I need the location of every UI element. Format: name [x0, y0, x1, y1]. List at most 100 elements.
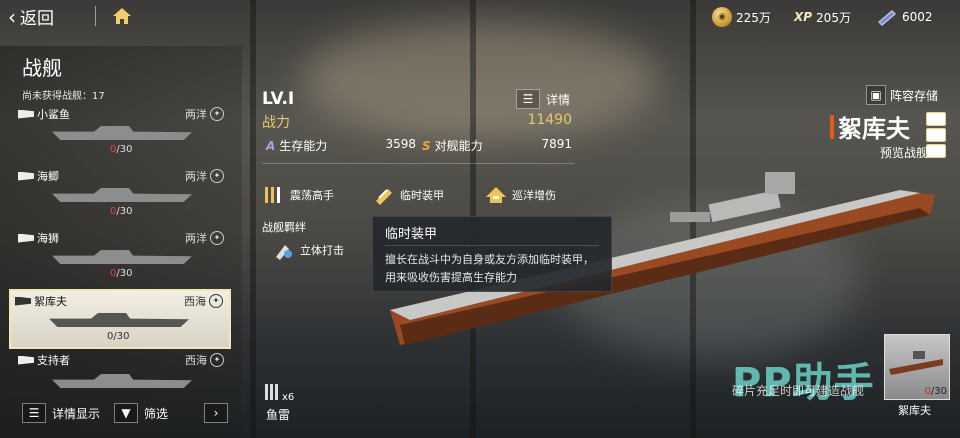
formation-label: 阵容存储	[890, 88, 939, 103]
ship-name: 絮库夫	[34, 295, 67, 308]
details-button[interactable]: ☰ 详情	[516, 89, 570, 109]
save-icon: ▣	[866, 85, 886, 105]
tooltip-body: 擅长在战斗中为自身或友方添加临时装甲，用来吸收伤害提高生存能力	[385, 253, 594, 284]
ship-card[interactable]: 海狮 两洋 ✦ 0/30	[14, 228, 230, 284]
ship-silhouette	[52, 188, 192, 202]
armor-skill-icon	[372, 183, 396, 207]
emblem-icon: ✦	[210, 107, 224, 121]
ship-silhouette	[49, 313, 189, 327]
skill-label: 巡洋增伤	[512, 189, 556, 202]
xp-resource[interactable]: XP 205万	[794, 6, 851, 28]
survival-value: 3598	[385, 137, 416, 151]
tooltip-title: 临时装甲	[385, 227, 438, 242]
detail-display-button[interactable]: ☰ 详情显示	[22, 403, 100, 423]
emblem-icon: ✦	[210, 231, 224, 245]
thumb-fragment-count: 0/30	[924, 386, 947, 397]
name-accent-bar	[830, 114, 834, 139]
ship-region: 西海	[184, 295, 206, 308]
flag-icon	[18, 355, 34, 365]
xp-icon: XP	[794, 10, 813, 24]
fragment-hint: 碎片充足时即可建造战舰	[732, 384, 865, 398]
emblem-icon: ✦	[210, 169, 224, 183]
gold-value: 225万	[736, 10, 771, 25]
formation-save-button[interactable]: ▣ 阵容存储	[866, 85, 938, 105]
ticket-value: 6002	[902, 10, 933, 24]
bond-skill-label: 立体打击	[300, 244, 344, 257]
emblem-icon: ✦	[209, 294, 223, 308]
list-icon: ☰	[516, 89, 540, 109]
ship-card[interactable]: 支持者 西海 ✦	[14, 350, 230, 390]
tooltip-divider	[385, 245, 599, 246]
detail-display-label: 详情显示	[52, 406, 101, 421]
skill-temp-armor[interactable]: 临时装甲	[372, 183, 444, 207]
torpedo-weapon[interactable]: x6 鱼雷	[264, 382, 304, 422]
shock-skill-icon	[262, 183, 286, 207]
chevron-right-icon: ›	[204, 403, 228, 423]
ticket-resource[interactable]: 6002	[876, 6, 933, 28]
hangar-beam	[250, 0, 256, 438]
skill-cruiser-damage[interactable]: 巡洋增伤	[484, 183, 556, 207]
ship-name: 支持者	[37, 354, 70, 367]
anti-ship-value: 7891	[541, 137, 572, 151]
torpedo-label: 鱼雷	[266, 408, 291, 422]
ship-region: 西海	[185, 354, 207, 367]
fragment-count: 0/30	[110, 268, 133, 279]
next-page-button[interactable]: ›	[204, 403, 228, 423]
gold-resource[interactable]: ◉ 225万	[712, 6, 771, 28]
skill-label: 震荡高手	[290, 189, 334, 202]
watermark: PP助手	[732, 360, 875, 406]
ship-name: 小鲨鱼	[37, 108, 70, 121]
ship-card[interactable]: 海鲫 两洋 ✦ 0/30	[14, 166, 230, 222]
bond-skill[interactable]: 立体打击	[272, 238, 344, 262]
ticket-icon	[878, 10, 896, 26]
flag-icon	[18, 171, 34, 181]
skill-tooltip: 临时装甲 擅长在战斗中为自身或友方添加临时装甲，用来吸收伤害提高生存能力	[372, 216, 612, 292]
list-icon: ☰	[22, 403, 46, 423]
ship-card-selected[interactable]: 絮库夫 西海 ✦ 0/30	[9, 289, 231, 349]
page-title: 战舰	[22, 56, 62, 80]
ship-name: 海狮	[37, 232, 59, 245]
torpedo-count: x6	[282, 392, 295, 403]
filter-icon: ▼	[114, 403, 138, 423]
grade-s-badge: S	[422, 138, 431, 153]
fragment-count: 0/30	[107, 331, 130, 342]
ship-region: 两洋	[185, 170, 207, 183]
home-icon[interactable]	[112, 6, 132, 26]
fragment-count: 0/30	[110, 206, 133, 217]
stats-divider	[262, 163, 574, 164]
filter-button[interactable]: ▼ 筛选	[114, 403, 168, 423]
ship-region: 两洋	[185, 232, 207, 245]
grade-a-badge: A	[266, 138, 276, 153]
ship-card[interactable]: 小鲨鱼 两洋 ✦ 0/30	[14, 104, 230, 160]
filter-label: 筛选	[144, 406, 169, 421]
flag-icon	[15, 296, 31, 306]
survival-label: 生存能力	[279, 139, 328, 153]
ship-silhouette	[52, 250, 192, 264]
skill-shock-master[interactable]: 震荡高手	[262, 183, 334, 207]
chevron-right-icon: ›	[931, 146, 937, 160]
chevron-left-icon: ‹	[8, 4, 16, 29]
bond-skill-icon	[272, 238, 296, 262]
thumb-label: 絮库夫	[898, 404, 931, 417]
ship-name-title: 絮库夫	[830, 109, 910, 144]
ship-silhouette	[52, 126, 192, 140]
bond-title: 战舰羁绊	[262, 221, 306, 234]
back-button[interactable]: ‹ 返回	[8, 4, 54, 30]
power-value: 11490	[527, 112, 572, 128]
hangar-light	[300, 20, 660, 140]
details-label: 详情	[546, 92, 571, 107]
skill-label: 临时装甲	[400, 189, 444, 202]
ship-level: LV.I	[262, 89, 295, 109]
ship-thumbnail	[889, 351, 943, 375]
preview-ship-link[interactable]: 预览战舰 ›	[880, 144, 937, 161]
back-label: 返回	[20, 9, 54, 29]
survival-stat: A 生存能力	[266, 137, 327, 154]
torpedo-icon	[265, 384, 278, 400]
unobtained-count: 尚未获得战舰：17	[22, 91, 105, 102]
build-ship-thumbnail[interactable]: 0/30	[884, 334, 950, 400]
power-label: 战力	[262, 115, 290, 131]
divider	[95, 6, 96, 26]
emblem-icon: ✦	[210, 353, 224, 367]
xp-value: 205万	[816, 10, 851, 25]
gold-coin-icon: ◉	[712, 7, 732, 27]
